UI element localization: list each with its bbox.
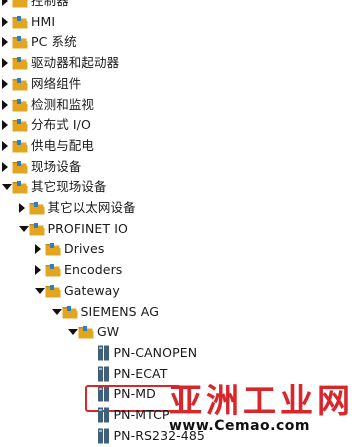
collapse-arrow-icon[interactable] [35,244,41,255]
tree-item-label: PN-RS232-485 [113,427,205,443]
expand-arrow-icon[interactable] [2,184,12,191]
expand-arrow-icon[interactable] [51,308,62,315]
tree-item[interactable]: PN-ECAT [0,364,355,385]
tree-item[interactable]: Gateway [0,281,355,302]
device-module-icon [97,407,111,423]
folder-icon [12,15,28,29]
expand-arrow-icon[interactable] [68,329,78,336]
tree-item[interactable]: Drives [0,239,355,260]
tree-item[interactable]: PC 系统 [0,32,355,53]
tree-item[interactable]: 现场设备 [0,157,355,178]
tree-item-label: 其它现场设备 [31,179,107,195]
collapse-arrow-icon[interactable] [18,203,25,213]
tree-item[interactable]: SIEMENS AG [0,302,355,323]
folder-icon [12,0,28,8]
tree-item-label: HMI [31,13,56,29]
folder-icon [12,77,28,91]
collapse-arrow-icon[interactable] [2,161,8,172]
hardware-catalog-tree: 控制器 HMI PC 系统驱动器和起动器 网络组件检测和监视分布式 I/O 供电与配电现… [0,0,355,444]
tree-item[interactable]: GW [0,322,355,343]
tree-item[interactable]: 分布式 I/O [0,115,355,136]
tree-item-label: Encoders [64,262,123,278]
tree-item-label: Drives [64,241,105,257]
folder-icon [45,242,61,256]
tree-item[interactable]: HMI [0,12,355,33]
tree-item[interactable]: 控制器 [0,0,355,12]
device-module-icon [97,345,111,361]
tree-item-label: 检测和监视 [31,96,95,112]
tree-item[interactable]: 网络组件 [0,74,355,95]
tree-item-label: PN-ECAT [113,365,168,381]
tree-item-label: 分布式 I/O [31,117,91,133]
collapse-arrow-icon[interactable] [2,78,8,89]
tree-item-label: 现场设备 [31,158,82,174]
folder-icon [78,325,94,339]
folder-icon [12,56,28,70]
tree-item-label: GW [97,324,120,340]
folder-icon [45,284,61,298]
tree-item-label: Gateway [64,282,120,298]
folder-icon [12,139,28,153]
tree-item-label: 其它以太网设备 [47,200,136,215]
tree-item[interactable]: 驱动器和起动器 [0,53,355,74]
tree-item[interactable]: PROFINET IO [0,219,355,240]
collapse-arrow-icon[interactable] [35,265,41,276]
folder-icon [12,180,28,194]
collapse-arrow-icon[interactable] [2,16,8,27]
tree-item-label: 驱动器和起动器 [31,55,120,71]
expand-arrow-icon[interactable] [18,225,29,232]
folder-icon [29,201,45,215]
folder-icon [45,263,61,277]
collapse-arrow-icon[interactable] [2,37,8,48]
tree-item[interactable]: 其它现场设备 [0,177,355,198]
tree-item-label: PN-MTCP [113,407,170,422]
tree-item-label: PN-CANOPEN [113,344,198,360]
collapse-arrow-icon[interactable] [2,58,8,69]
collapse-arrow-icon[interactable] [2,0,8,6]
folder-icon [12,98,28,112]
collapse-arrow-icon[interactable] [2,99,8,110]
folder-icon [12,160,28,174]
collapse-arrow-icon[interactable] [2,120,8,131]
tree-item[interactable]: PN-RS232-485 [0,426,355,447]
tree-item-label: 控制器 [31,0,69,8]
folder-icon [62,305,78,319]
tree-item-label: PROFINET IO [47,220,128,236]
expand-arrow-icon[interactable] [35,287,45,294]
folder-icon [12,35,28,49]
folder-icon [12,118,28,132]
tree-item[interactable]: 检测和监视 [0,95,355,116]
collapse-arrow-icon[interactable] [2,140,8,151]
device-module-icon [97,428,111,444]
tree-item[interactable]: 其它以太网设备 [0,198,355,219]
tree-item-label: 供电与配电 [31,137,95,153]
tree-item-label: SIEMENS AG [80,303,159,319]
tree-item[interactable]: PN-MTCP [0,405,355,426]
device-module-icon [97,366,111,382]
tree-item[interactable]: 供电与配电 [0,136,355,157]
tree-item[interactable]: PN-CANOPEN [0,343,355,364]
tree-item-label: PC 系统 [31,34,77,50]
folder-icon [29,222,45,236]
tree-item[interactable]: Encoders [0,260,355,281]
tree-item-label: 网络组件 [31,75,82,91]
